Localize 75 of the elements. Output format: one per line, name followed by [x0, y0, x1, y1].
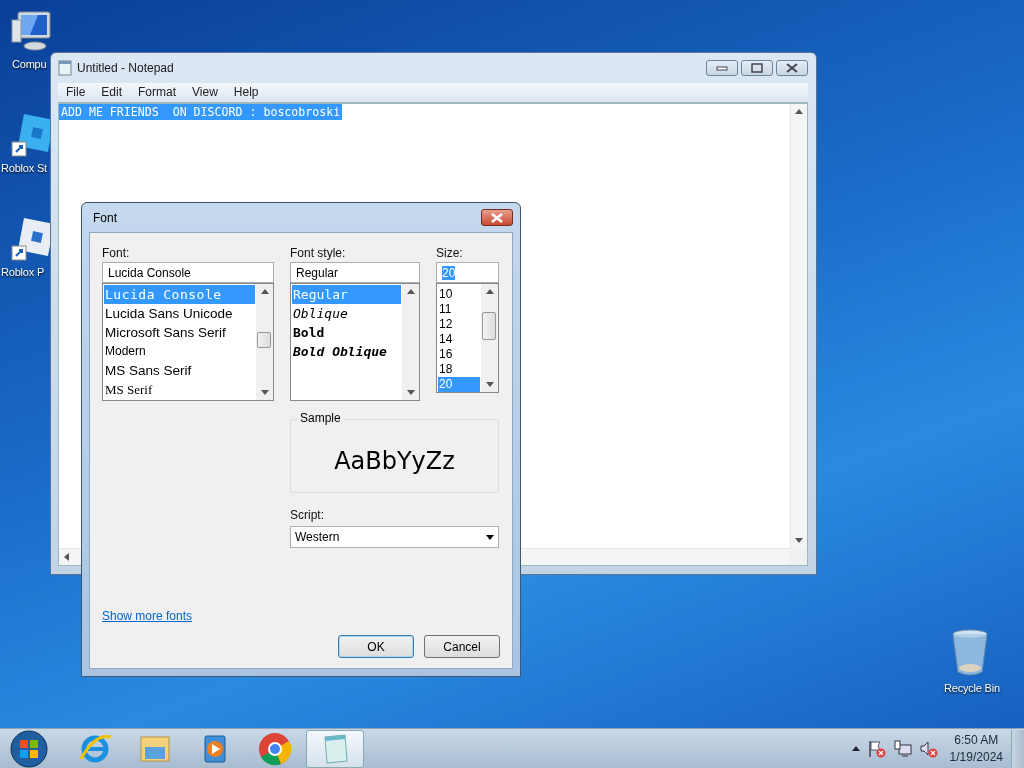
list-item[interactable]: Oblique: [292, 304, 401, 323]
group-label: Sample: [297, 411, 344, 425]
close-button[interactable]: [481, 209, 513, 226]
desktop-icon-label[interactable]: Compu: [12, 58, 47, 70]
scroll-thumb[interactable]: [482, 312, 496, 340]
dialog-button[interactable]: Cancel: [424, 635, 500, 658]
muted-speaker-icon[interactable]: [919, 739, 938, 758]
menu-item[interactable]: Format: [130, 83, 185, 102]
desktop-icon-label[interactable]: Recycle Bin: [944, 682, 1000, 694]
close-button[interactable]: [776, 60, 808, 76]
up-arrow-icon[interactable]: [795, 109, 803, 114]
letter-e-icon: [79, 734, 112, 762]
vertical-scrollbar[interactable]: [481, 284, 498, 392]
menu-item[interactable]: File: [58, 83, 94, 102]
sample-text: AaBbYyZz: [334, 447, 455, 475]
desktop-icon-label[interactable]: Roblox St: [1, 162, 47, 174]
desktop-icon-label[interactable]: Roblox P: [1, 266, 45, 278]
menu-item[interactable]: Edit: [93, 83, 131, 102]
play-icon: [204, 735, 226, 762]
text-content: ADD ME FRIENDS ON DISCORD : boscobroski: [59, 104, 343, 120]
trash-bin-icon: [950, 628, 990, 678]
left-arrow-icon[interactable]: [64, 553, 69, 561]
notepad-icon: [324, 734, 348, 763]
clock[interactable]: 6:50 AM 1/19/2024: [949, 733, 1003, 764]
chrome-icon: [259, 732, 292, 765]
list-item[interactable]: 14: [438, 332, 480, 347]
input-field[interactable]: Regular: [290, 262, 420, 283]
dialog-button[interactable]: OK: [338, 635, 414, 658]
folder-icon: [140, 736, 170, 761]
scroll-thumb[interactable]: [257, 332, 271, 348]
list-item[interactable]: MS Serif: [104, 380, 255, 399]
list-item[interactable]: 12: [438, 317, 480, 332]
minimize-icon: [716, 65, 728, 71]
up-arrow-icon[interactable]: [406, 289, 415, 294]
caret-icon: [486, 534, 494, 540]
list-item[interactable]: MS Sans Serif: [104, 361, 255, 380]
up-arrow-icon[interactable]: [485, 289, 494, 294]
field-label: Size:: [436, 245, 464, 261]
down-arrow-icon[interactable]: [795, 538, 803, 543]
list-item[interactable]: Microsoft Sans Serif: [104, 323, 255, 342]
down-arrow-icon[interactable]: [406, 390, 415, 395]
list-item[interactable]: Lucida Sans Unicode: [104, 304, 255, 323]
menu-item[interactable]: View: [184, 83, 226, 102]
vertical-scrollbar[interactable]: [256, 284, 273, 400]
vertical-scrollbar[interactable]: [402, 284, 419, 400]
list-item[interactable]: 18: [438, 362, 480, 377]
window-title: Untitled - Notepad: [77, 61, 174, 75]
notepad-icon: [58, 60, 72, 76]
field-label: Font:: [102, 245, 131, 261]
dialog-title: Font: [93, 210, 117, 225]
vertical-scrollbar[interactable]: [790, 104, 807, 548]
up-arrow-icon[interactable]: [260, 289, 269, 294]
flag-error-icon[interactable]: [867, 739, 886, 758]
minimize-button[interactable]: [706, 60, 738, 76]
close-icon: [785, 63, 799, 73]
menu-item[interactable]: Help: [225, 83, 267, 102]
down-arrow-icon[interactable]: [260, 390, 269, 395]
list-item[interactable]: Modern: [104, 342, 255, 361]
list-item[interactable]: Bold Oblique: [292, 342, 401, 361]
script-dropdown[interactable]: Western: [290, 526, 499, 548]
field-label: Font style:: [290, 245, 347, 261]
input-field[interactable]: Lucida Console: [102, 262, 274, 283]
list-item[interactable]: 10: [438, 287, 480, 302]
network-icon[interactable]: [893, 739, 912, 758]
down-arrow-icon[interactable]: [485, 382, 494, 387]
list-item[interactable]: 16: [438, 347, 480, 362]
windows-logo-icon: [10, 730, 48, 767]
show-more-fonts-link[interactable]: Show more fonts: [102, 609, 193, 623]
maximize-icon: [751, 63, 763, 73]
list-item[interactable]: 11: [438, 302, 480, 317]
list-item[interactable]: Bold: [292, 323, 401, 342]
maximize-button[interactable]: [741, 60, 773, 76]
close-icon: [490, 212, 504, 223]
show-hidden-icons-arrow-icon[interactable]: [851, 746, 860, 751]
field-label: Script:: [290, 507, 325, 523]
